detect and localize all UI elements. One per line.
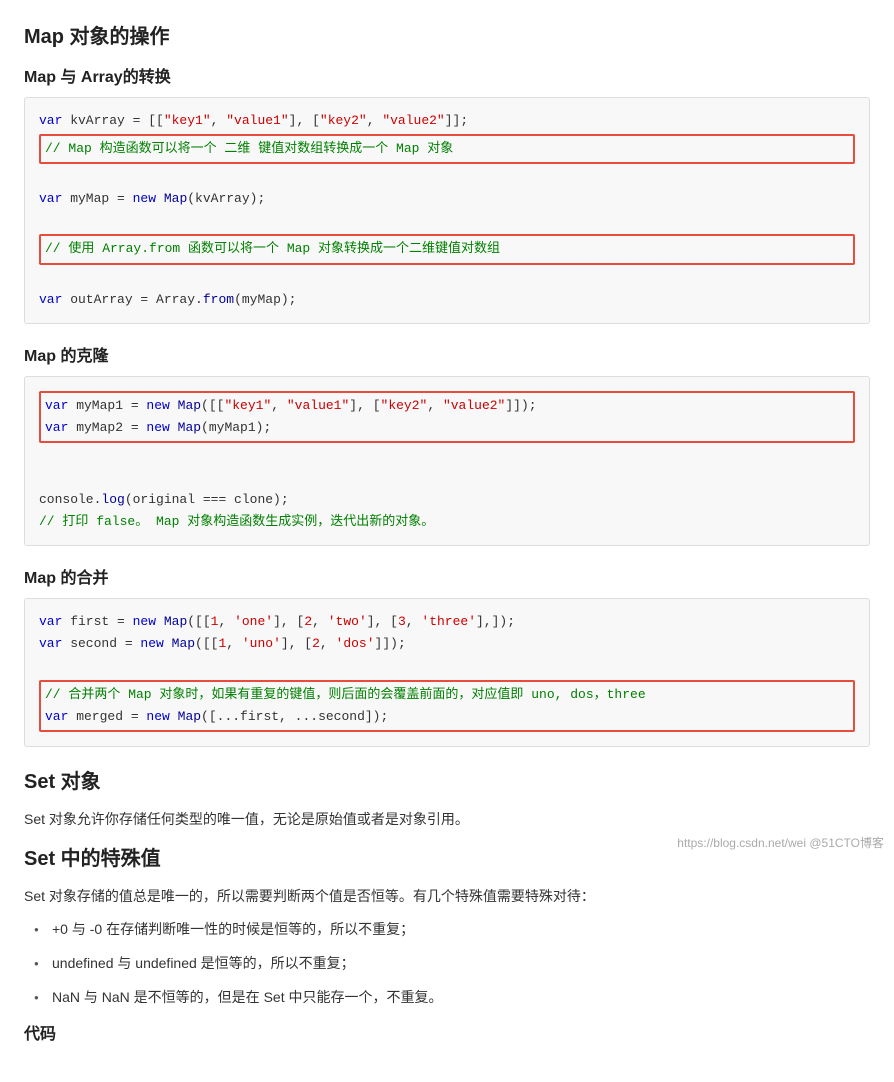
code-line: var first = new Map([[1, 'one'], [2, 'tw… <box>39 614 515 629</box>
code-block-2: var myMap1 = new Map([["key1", "value1"]… <box>24 376 870 547</box>
highlighted-merge-comment: // 合并两个 Map 对象时，如果有重复的键值，则后面的会覆盖前面的，对应值即… <box>39 680 855 732</box>
list-item-3: NaN 与 NaN 是不恒等的，但是在 Set 中只能存一个，不重复。 <box>34 986 870 1010</box>
section-heading-map-merge: Map 的合并 <box>24 564 870 588</box>
page-main-title: Map 对象的操作 <box>24 20 870 49</box>
code-line: console.log(original === clone); <box>39 492 289 507</box>
code-block-3: var first = new Map([[1, 'one'], [2, 'tw… <box>24 598 870 746</box>
set-special-intro: Set 对象存储的值总是唯一的，所以需要判断两个值是否恒等。有几个特殊值需要特殊… <box>24 885 870 909</box>
watermark: https://blog.csdn.net/wei @51CTO博客 <box>677 834 884 851</box>
set-intro: Set 对象允许你存储任何类型的唯一值，无论是原始值或者是对象引用。 <box>24 808 870 832</box>
highlighted-comment-1: // Map 构造函数可以将一个 二维 键值对数组转换成一个 Map 对象 <box>39 134 855 164</box>
list-item-2: undefined 与 undefined 是恒等的，所以不重复； <box>34 952 870 976</box>
highlighted-code-clone1: var myMap1 = new Map([["key1", "value1"]… <box>39 391 855 443</box>
section-map-array: Map 与 Array的转换 var kvArray = [["key1", "… <box>24 63 870 324</box>
code-block-1: var kvArray = [["key1", "value1"], ["key… <box>24 97 870 324</box>
list-item-1: +0 与 -0 在存储判断唯一性的时候是恒等的，所以不重复； <box>34 918 870 942</box>
section-map-clone: Map 的克隆 var myMap1 = new Map([["key1", "… <box>24 342 870 547</box>
code-line: var second = new Map([[1, 'uno'], [2, 'd… <box>39 636 406 651</box>
section-set: Set 对象 Set 对象允许你存储任何类型的唯一值，无论是原始值或者是对象引用… <box>24 765 870 1044</box>
set-title: Set 对象 <box>24 765 870 794</box>
highlighted-comment-2: // 使用 Array.from 函数可以将一个 Map 对象转换成一个二维键值… <box>39 234 855 264</box>
section-heading-map-clone: Map 的克隆 <box>24 342 870 366</box>
set-special-list: +0 与 -0 在存储判断唯一性的时候是恒等的，所以不重复； undefined… <box>24 918 870 1009</box>
code-line: var myMap = new Map(kvArray); <box>39 191 265 206</box>
code-label: 代码 <box>24 1020 870 1044</box>
code-line: var kvArray = [["key1", "value1"], ["key… <box>39 113 468 128</box>
code-line: var outArray = Array.from(myMap); <box>39 292 296 307</box>
section-heading-map-array: Map 与 Array的转换 <box>24 63 870 87</box>
section-map-merge: Map 的合并 var first = new Map([[1, 'one'],… <box>24 564 870 746</box>
